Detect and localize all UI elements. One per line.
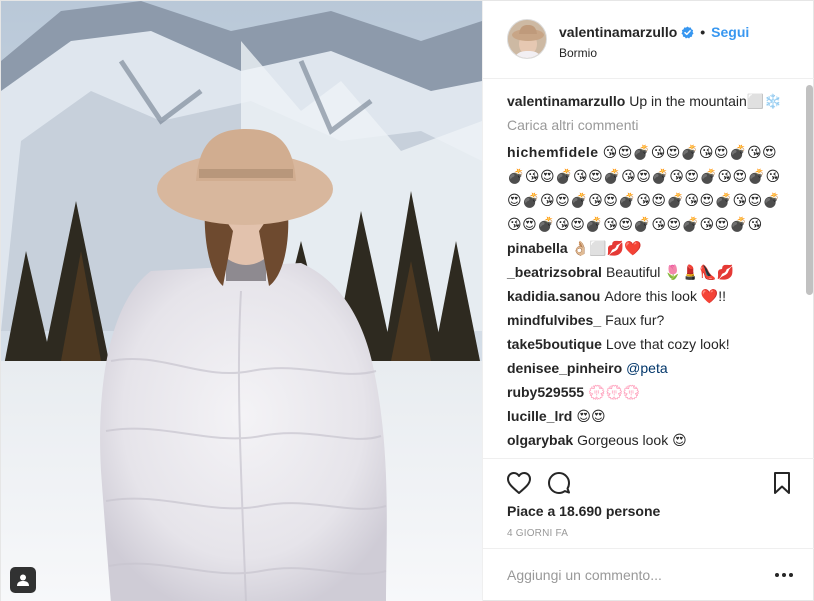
list-item: olgarybak Gorgeous look 😍 <box>507 428 792 452</box>
like-button[interactable] <box>505 469 533 497</box>
post-location[interactable]: Bormio <box>559 46 597 60</box>
comment-username[interactable]: pinabella <box>507 240 568 256</box>
heart-icon <box>507 472 531 494</box>
comment-text: Gorgeous look 😍 <box>577 432 687 448</box>
comment-button[interactable] <box>545 469 573 497</box>
post-username[interactable]: valentinamarzullo <box>559 24 677 40</box>
bookmark-icon <box>774 472 790 494</box>
post-timestamp[interactable]: 4 giorni fa <box>507 528 568 539</box>
comment-username[interactable]: olgarybak <box>507 432 573 448</box>
comments-list[interactable]: valentinamarzullo Up in the mountain⬜❄️ C… <box>483 80 814 458</box>
user-tag-button[interactable] <box>10 567 36 593</box>
comment-text: 💮💮💮 <box>588 384 641 400</box>
avatar[interactable] <box>507 19 547 59</box>
more-options-icon-dot <box>775 573 779 577</box>
comment-username[interactable]: take5boutique <box>507 336 602 352</box>
user-tag-icon <box>17 574 29 586</box>
verified-badge-icon <box>681 25 694 39</box>
post-side-panel: valentinamarzullo • Segui Bormio valenti… <box>482 1 814 601</box>
comment-text: Beautiful 🌷💄👠💋 <box>605 264 735 280</box>
mountain-fur-coat-photo <box>1 1 482 601</box>
more-options-icon-dot <box>789 573 793 577</box>
load-more-comments-button[interactable]: Carica altri commenti <box>507 116 792 134</box>
list-item: ruby529555 💮💮💮 <box>507 380 792 404</box>
more-options-icon-dot <box>782 573 786 577</box>
comment-username[interactable]: _beatrizsobral <box>507 264 602 280</box>
list-item: denisee_pinheiro @peta <box>507 356 792 380</box>
avatar-image <box>508 20 546 58</box>
caption-text: Up in the mountain⬜❄️ <box>629 93 782 109</box>
instagram-post: valentinamarzullo • Segui Bormio valenti… <box>0 0 814 601</box>
list-item: hichemfidele 😘😍💣😘😍💣😘😍💣😘😍💣😘😍💣😘😍💣😘😍💣😘😍💣😘😍💣😘… <box>507 140 792 236</box>
add-comment-section <box>483 548 814 601</box>
post-actions: Piace a 18.690 persone 4 giorni fa <box>483 458 814 548</box>
comment-username[interactable]: ruby529555 <box>507 384 584 400</box>
save-button[interactable] <box>768 469 796 497</box>
comment-text: Adore this look ❤️!! <box>604 288 727 304</box>
list-item: take5boutique Love that cozy look! <box>507 332 792 356</box>
comment-mention-link[interactable]: @peta <box>626 360 667 376</box>
comment-username[interactable]: denisee_pinheiro <box>507 360 622 376</box>
post-photo[interactable] <box>1 1 482 601</box>
header-separator: • <box>700 24 706 40</box>
list-item: lucille_lrd 😍😍 <box>507 404 792 428</box>
comment-username[interactable]: lucille_lrd <box>507 408 572 424</box>
comment-text: 😍😍 <box>576 408 606 424</box>
comment-text: Faux fur? <box>605 312 665 328</box>
comment-username[interactable]: kadidia.sanou <box>507 288 600 304</box>
post-header: valentinamarzullo • Segui Bormio <box>483 1 814 79</box>
comment-input[interactable] <box>507 563 767 587</box>
likes-count[interactable]: Piace a 18.690 persone <box>507 503 660 519</box>
comment-username[interactable]: mindfulvibes_ <box>507 312 601 328</box>
comment-text: 👌🏼⬜💋❤️ <box>571 240 642 256</box>
list-item: mindfulvibes_ Faux fur? <box>507 308 792 332</box>
more-options-button[interactable] <box>773 567 795 583</box>
list-item: kadidia.sanou Adore this look ❤️!! <box>507 284 792 308</box>
comment-username[interactable]: hichemfidele <box>507 144 599 160</box>
comments-scrollbar-thumb[interactable] <box>806 85 813 295</box>
list-item: _beatrizsobral Beautiful 🌷💄👠💋 <box>507 260 792 284</box>
follow-button[interactable]: Segui <box>711 24 749 40</box>
header-user-row: valentinamarzullo • Segui <box>559 24 749 40</box>
list-item: pinabella 👌🏼⬜💋❤️ <box>507 236 792 260</box>
comment-text: Love that cozy look! <box>605 336 730 352</box>
comment-bubble-icon <box>548 472 570 494</box>
caption-username[interactable]: valentinamarzullo <box>507 93 625 109</box>
post-caption: valentinamarzullo Up in the mountain⬜❄️ <box>507 92 792 110</box>
